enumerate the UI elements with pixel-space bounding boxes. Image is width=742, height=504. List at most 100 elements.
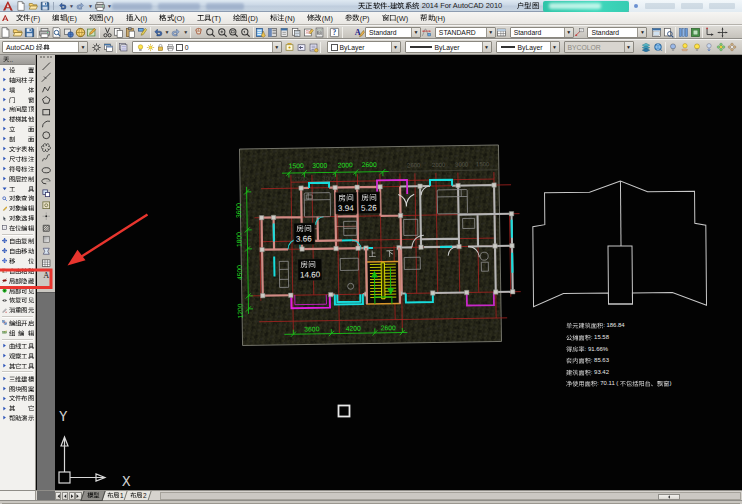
revision-cloud-button[interactable] (39, 141, 53, 153)
combo-arrow-icon[interactable]: ▼ (550, 42, 559, 52)
screen-menu-item-19[interactable] (0, 246, 35, 256)
screen-menu-item-32[interactable] (0, 361, 35, 371)
screen-menu-item-0[interactable] (0, 65, 35, 75)
menu-item-7[interactable]: (N) (264, 12, 301, 25)
infocenter-search-box[interactable] (543, 1, 629, 12)
redo-icon[interactable] (76, 1, 86, 11)
line-button[interactable] (39, 60, 53, 72)
menu-item-11[interactable]: (H) (414, 12, 451, 25)
menu-item-6[interactable]: (D) (227, 12, 264, 25)
screen-menu-item-7[interactable] (0, 134, 35, 144)
circle-button[interactable] (39, 130, 53, 142)
layer-combo[interactable]: 0▼ (132, 41, 282, 53)
open-button[interactable] (12, 26, 24, 39)
rectangle-button[interactable] (39, 106, 53, 118)
app-menu-icon[interactable] (1, 14, 9, 22)
combo-arrow-icon[interactable]: ▼ (272, 42, 281, 52)
screen-menu-item-28[interactable] (0, 328, 35, 338)
layer-off-button[interactable] (668, 41, 680, 54)
tool-palettes-button[interactable] (279, 26, 291, 39)
screen-menu-item-25[interactable] (0, 305, 35, 315)
screen-menu-item-30[interactable] (0, 341, 35, 351)
combo-arrow-icon[interactable]: ▼ (391, 42, 400, 52)
menu-item-10[interactable]: (W) (376, 12, 415, 25)
layer-merge-button[interactable] (715, 41, 727, 54)
polyline-button[interactable] (39, 83, 53, 95)
combo-arrow-icon[interactable]: ▼ (564, 28, 573, 37)
publish-button[interactable] (62, 26, 74, 39)
menu-item-1[interactable]: (E) (46, 12, 83, 25)
screen-menu-item-11[interactable] (0, 174, 35, 184)
screen-menu-item-35[interactable] (0, 384, 35, 394)
screen-menu-item-38[interactable] (0, 413, 35, 423)
web-publish-button[interactable] (74, 26, 86, 39)
move-button[interactable] (716, 26, 728, 39)
screen-menu-item-20[interactable] (0, 256, 35, 266)
table-button[interactable] (39, 257, 53, 269)
combo-arrow-icon[interactable]: ▼ (637, 28, 646, 37)
mtext-button[interactable]: A (39, 269, 53, 281)
autocad-logo-icon[interactable] (1, 0, 14, 12)
open-icon[interactable] (28, 1, 38, 11)
screen-menu-item-18[interactable] (0, 236, 35, 246)
screen-menu-item-36[interactable] (0, 394, 35, 404)
undo-dropdown-icon[interactable]: ▼ (69, 1, 74, 11)
workspace-combo[interactable]: AutoCAD ▼ (2, 41, 88, 53)
sheetset-manager-button[interactable] (290, 26, 302, 39)
screen-menu-item-37[interactable] (0, 403, 35, 413)
layout-tab-0[interactable] (80, 491, 105, 501)
zoom-window-button[interactable] (228, 26, 240, 39)
menu-item-9[interactable]: (P) (339, 12, 376, 25)
new-icon[interactable] (16, 1, 26, 11)
layer-states-button[interactable] (307, 41, 319, 54)
dropdown-arrow-icon[interactable]: ▼ (163, 29, 170, 35)
screen-menu-item-16[interactable] (0, 223, 35, 233)
screen-menu-item-3[interactable] (0, 95, 35, 105)
mleader-style-icon[interactable] (574, 26, 586, 39)
screen-menu-item-34[interactable] (0, 374, 35, 384)
command-line-strip[interactable] (0, 500, 742, 504)
menu-item-4[interactable]: (O) (153, 12, 190, 25)
lineweight-combo[interactable]: ByLayer▼ (496, 41, 560, 53)
viewports-button[interactable] (677, 26, 689, 39)
insert-layers-button[interactable] (641, 41, 653, 54)
tab-prev-button[interactable] (62, 492, 68, 501)
layer-previous-button[interactable] (296, 41, 308, 54)
layer-isolate-button[interactable] (679, 41, 691, 54)
new-button[interactable] (0, 26, 12, 39)
quickcalc-button[interactable] (314, 26, 326, 39)
screen-menu-item-1[interactable] (0, 75, 35, 85)
view-preview-button[interactable] (662, 26, 674, 39)
construction-line-button[interactable] (39, 72, 53, 84)
copy-button[interactable] (113, 26, 125, 39)
menu-item-0[interactable]: (F) (10, 12, 46, 25)
cut-button[interactable] (101, 26, 113, 39)
dim-style-icon[interactable] (421, 26, 433, 39)
ellipse-arc-button[interactable] (39, 176, 53, 188)
signin-icon[interactable] (634, 4, 638, 8)
combo-arrow-icon[interactable]: ▼ (411, 28, 420, 37)
color-combo[interactable]: ByLayer▼ (327, 41, 401, 53)
screen-menu-item-6[interactable] (0, 124, 35, 134)
layer-translate-button[interactable] (652, 41, 664, 54)
markup-button[interactable] (86, 26, 98, 39)
layer-lower-button[interactable] (703, 41, 715, 54)
plot-button[interactable] (39, 26, 51, 39)
zoom-object-button[interactable] (216, 26, 228, 39)
tab-first-button[interactable] (55, 492, 61, 501)
undo-icon[interactable] (57, 1, 67, 11)
horizontal-scrollbar[interactable] (160, 492, 741, 500)
screen-menu-item-13[interactable] (0, 194, 35, 204)
scrollbar-thumb[interactable] (658, 494, 680, 500)
gradient-button[interactable] (39, 234, 53, 246)
screen-menu-item-27[interactable] (0, 318, 35, 328)
save-icon[interactable] (40, 1, 50, 11)
redo-dropdown-icon[interactable]: ▼ (88, 1, 93, 11)
table-style-combo[interactable]: Standard▼ (510, 27, 574, 38)
screen-menu-item-31[interactable] (0, 351, 35, 361)
properties-button[interactable] (255, 26, 267, 39)
screen-menu-item-12[interactable] (0, 184, 35, 194)
screen-menu-item-8[interactable] (0, 144, 35, 154)
menu-item-8[interactable]: (M) (301, 12, 339, 25)
save-button[interactable] (24, 26, 36, 39)
